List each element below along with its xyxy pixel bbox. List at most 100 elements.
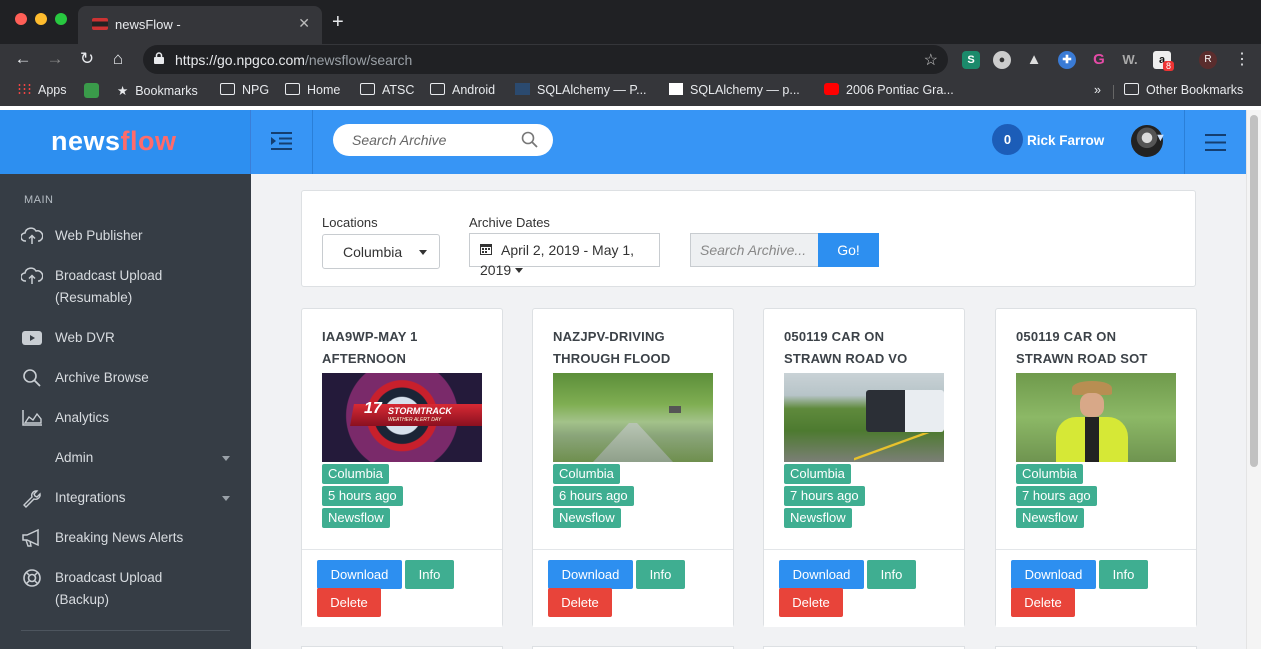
locations-select[interactable]: Columbia: [322, 234, 440, 269]
card-thumbnail[interactable]: [1016, 373, 1176, 462]
info-button[interactable]: Info: [1099, 560, 1148, 589]
download-button[interactable]: Download: [548, 560, 633, 589]
close-tab-icon[interactable]: ✕: [298, 15, 310, 32]
go-button[interactable]: Go!: [818, 233, 879, 267]
location-tag: Columbia: [553, 464, 620, 484]
search-icon[interactable]: [521, 131, 538, 148]
hamburger-icon: [1205, 134, 1226, 151]
download-button[interactable]: Download: [779, 560, 864, 589]
bookmark-divider: [1113, 85, 1114, 99]
notification-count-badge[interactable]: 0: [992, 124, 1023, 155]
card-title[interactable]: IAA9WP-MAY 1 AFTERNOON: [322, 326, 492, 370]
top-navbar: 0 Rick Farrow ▼: [251, 110, 1246, 174]
thumbnail-channel-number: 17: [364, 400, 382, 417]
cloud-upload-icon: [21, 267, 43, 284]
brand-part-news: news: [51, 126, 121, 156]
sidebar-item-broadcast-upload-backup[interactable]: Broadcast Upload (Backup): [0, 567, 251, 611]
url-domain: https://go.npgco.com: [175, 52, 305, 68]
sidebar-toggle-button[interactable]: [251, 110, 313, 174]
maximize-window-button[interactable]: [55, 13, 67, 25]
back-button[interactable]: ←: [13, 49, 33, 69]
reload-button[interactable]: ↻: [77, 49, 97, 69]
location-tag: Columbia: [1016, 464, 1083, 484]
thumbnail-truck: [866, 390, 944, 432]
delete-button[interactable]: Delete: [779, 588, 843, 617]
forward-button[interactable]: →: [45, 49, 65, 69]
browser-menu-icon[interactable]: ⋮: [1234, 49, 1250, 69]
bookmark-android[interactable]: Android: [430, 83, 495, 97]
extension-w-icon[interactable]: W.: [1121, 51, 1139, 69]
bookmark-star-icon[interactable]: ☆: [924, 50, 938, 70]
bookmark-label: SQLAlchemy — p...: [690, 83, 800, 97]
bookmark-atsc[interactable]: ATSC: [360, 83, 414, 97]
cloud-upload-icon: [21, 227, 43, 244]
sidebar-item-broadcast-upload-resumable[interactable]: Broadcast Upload (Resumable): [0, 265, 251, 309]
extension-circle-icon[interactable]: ●: [993, 51, 1011, 69]
bookmark-home[interactable]: Home: [285, 83, 340, 97]
bookmark-bookmarks[interactable]: ★ Bookmarks: [117, 83, 198, 98]
date-range-line1: April 2, 2019 - May 1,: [501, 242, 635, 258]
info-button[interactable]: Info: [867, 560, 916, 589]
bookmark-other[interactable]: Other Bookmarks: [1124, 83, 1243, 97]
download-button[interactable]: Download: [317, 560, 402, 589]
extension-g-icon[interactable]: G: [1090, 51, 1108, 69]
youtube-icon: [22, 331, 42, 345]
brand-logo[interactable]: newsflow: [0, 110, 251, 174]
extension-drive-icon[interactable]: ▲: [1025, 51, 1043, 69]
date-range-picker[interactable]: April 2, 2019 - May 1, 2019: [469, 233, 660, 278]
indent-icon: [271, 132, 292, 150]
age-tag: 7 hours ago: [1016, 486, 1097, 506]
browser-tab[interactable]: newsFlow - ✕: [78, 6, 322, 44]
bookmark-apps[interactable]: Apps: [17, 83, 67, 97]
delete-button[interactable]: Delete: [1011, 588, 1075, 617]
header-search-input[interactable]: [333, 124, 553, 156]
download-button[interactable]: Download: [1011, 560, 1096, 589]
caret-down-icon: [419, 250, 427, 255]
user-name[interactable]: Rick Farrow: [1027, 133, 1104, 148]
bookmarks-bar: Apps ★ Bookmarks NPG Home ATSC Android SQ…: [0, 76, 1261, 106]
sidebar-item-sublabel: (Backup): [55, 592, 110, 607]
card-thumbnail[interactable]: [784, 373, 944, 462]
info-button[interactable]: Info: [636, 560, 685, 589]
bookmark-label: NPG: [242, 83, 270, 97]
date-range-value: April 2, 2019 - May 1, 2019: [480, 240, 655, 280]
bookmark-sqlalchemy-2[interactable]: SQLAlchemy — p...: [669, 83, 800, 97]
archive-card: IAA9WP-MAY 1 AFTERNOON 17 STORMTRACK WEAT…: [301, 308, 503, 627]
delete-button[interactable]: Delete: [548, 588, 612, 617]
close-window-button[interactable]: [15, 13, 27, 25]
card-title[interactable]: 050119 CAR ON STRAWN ROAD SOT: [1016, 326, 1186, 370]
bookmark-arrow-icon: [84, 83, 99, 98]
menu-button[interactable]: [1184, 110, 1246, 174]
thumbnail-road-line: [854, 433, 944, 462]
home-button[interactable]: ⌂: [108, 49, 128, 69]
bookmark-label: Bookmarks: [135, 84, 198, 98]
filter-panel: Locations Columbia Archive Dates April 2…: [301, 190, 1196, 287]
delete-button[interactable]: Delete: [317, 588, 381, 617]
info-button[interactable]: Info: [405, 560, 454, 589]
card-title[interactable]: 050119 CAR ON STRAWN ROAD VO: [784, 326, 954, 370]
bookmark-green-icon[interactable]: [84, 83, 106, 98]
bookmark-pontiac[interactable]: 2006 Pontiac Gra...: [824, 83, 954, 97]
brand-part-flow: flow: [120, 126, 177, 156]
scrollbar-thumb[interactable]: [1250, 115, 1258, 467]
profile-avatar[interactable]: R: [1199, 51, 1217, 69]
page-scrollbar[interactable]: [1246, 110, 1261, 649]
bookmarks-overflow-button[interactable]: »: [1094, 83, 1101, 97]
extension-s-icon[interactable]: S: [962, 51, 980, 69]
card-actions: Download Info Delete: [996, 549, 1196, 627]
extension-dropbox-icon[interactable]: ✚: [1058, 51, 1076, 69]
card-title[interactable]: NAZJPV-DRIVING THROUGH FLOOD: [553, 326, 723, 370]
bookmark-sqlalchemy-1[interactable]: SQLAlchemy — P...: [515, 83, 647, 97]
new-tab-button[interactable]: +: [332, 11, 344, 34]
card-thumbnail[interactable]: [553, 373, 713, 462]
sidebar-item-sublabel: (Resumable): [55, 290, 133, 305]
folder-icon: [285, 83, 300, 95]
card-thumbnail[interactable]: 17 STORMTRACK WEATHER ALERT DAY: [322, 373, 482, 462]
bookmark-npg[interactable]: NPG: [220, 83, 269, 97]
archive-dates-label: Archive Dates: [469, 215, 550, 230]
archive-search-input[interactable]: [690, 233, 819, 267]
address-bar[interactable]: https://go.npgco.com/newsflow/search ☆: [143, 45, 948, 74]
card-title-line1: 050119 CAR ON: [1016, 329, 1117, 344]
minimize-window-button[interactable]: [35, 13, 47, 25]
user-dropdown-caret-icon[interactable]: ▼: [1155, 132, 1166, 144]
